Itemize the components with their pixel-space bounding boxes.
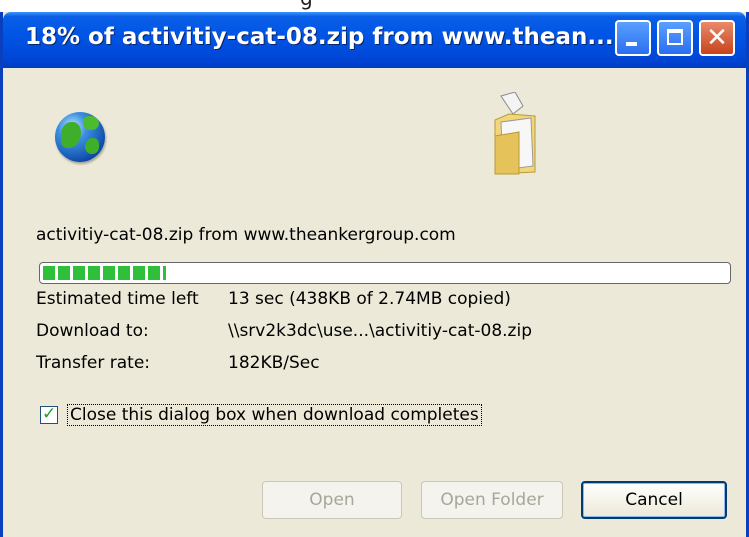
minimize-button[interactable]	[615, 20, 651, 56]
window-title: 18% of activitiy-cat-08.zip from www.the…	[25, 24, 614, 50]
transfer-rate-label: Transfer rate:	[36, 353, 151, 373]
download-file-line: activitiy-cat-08.zip from www.theankergr…	[36, 225, 456, 245]
maximize-button[interactable]	[657, 20, 693, 56]
open-button[interactable]: Open	[262, 481, 402, 519]
close-when-done-label[interactable]: Close this dialog box when download comp…	[67, 404, 482, 426]
time-left-value: 13 sec (438KB of 2.74MB copied)	[228, 289, 511, 309]
folder-icon	[494, 92, 536, 175]
download-progress-bar	[39, 262, 731, 284]
background-window-fragment: g	[0, 0, 749, 12]
checkmark-icon: ✓	[42, 404, 57, 424]
cancel-button[interactable]: Cancel	[581, 481, 727, 519]
download-progress-fill	[43, 266, 166, 280]
download-dialog: 18% of activitiy-cat-08.zip from www.the…	[0, 12, 749, 537]
globe-icon	[55, 112, 105, 162]
open-folder-button[interactable]: Open Folder	[421, 481, 563, 519]
title-bar[interactable]: 18% of activitiy-cat-08.zip from www.the…	[3, 12, 746, 68]
close-when-done-checkbox[interactable]: ✓	[40, 404, 58, 424]
download-to-value: \\srv2k3dc\use...\activitiy-cat-08.zip	[228, 321, 532, 341]
close-button[interactable]: ✕	[699, 20, 735, 56]
download-to-label: Download to:	[36, 321, 149, 341]
transfer-rate-value: 182KB/Sec	[228, 353, 320, 373]
time-left-label: Estimated time left	[36, 289, 199, 309]
close-icon: ✕	[706, 23, 728, 53]
